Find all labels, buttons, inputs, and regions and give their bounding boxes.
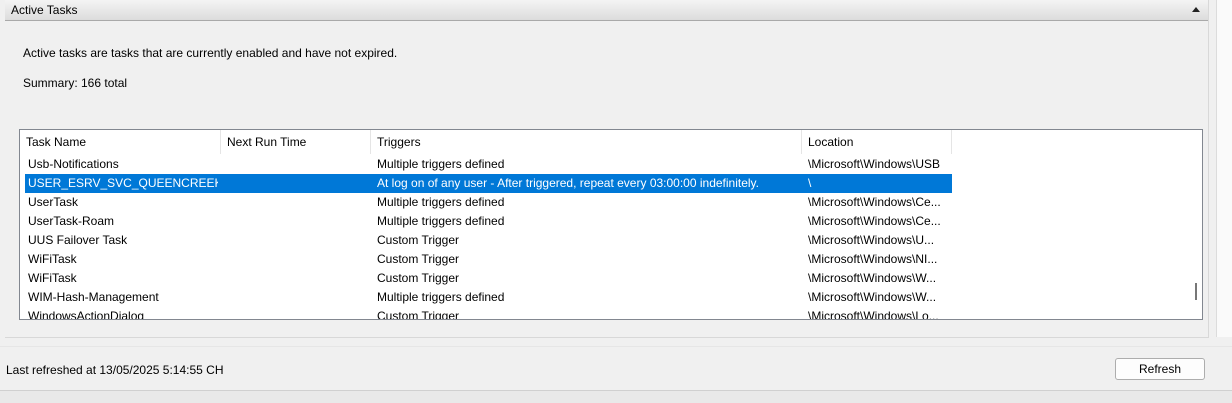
location-cell: \Microsoft\Windows\NI... xyxy=(808,252,938,266)
location-cell: \ xyxy=(808,176,812,190)
location-cell: \Microsoft\Windows\Ce... xyxy=(808,214,941,228)
triggers-cell: Custom Trigger xyxy=(377,233,460,247)
table-row[interactable]: WIM-Hash-Management Multiple triggers def… xyxy=(20,288,1190,307)
task-name-cell: UserTask xyxy=(28,195,79,209)
bottom-strip xyxy=(0,390,1232,403)
section-header[interactable]: Active Tasks xyxy=(5,0,1208,21)
location-cell: \Microsoft\Windows\Ce... xyxy=(808,195,941,209)
last-refreshed-text: Last refreshed at 13/05/2025 5:14:55 CH xyxy=(6,363,224,377)
task-name-cell: Usb-Notifications xyxy=(28,157,119,171)
task-name-cell: WiFiTask xyxy=(28,252,77,266)
task-name-cell: WindowsActionDialog xyxy=(28,309,145,320)
chevron-up-icon[interactable] xyxy=(1192,7,1200,12)
triggers-cell: Multiple triggers defined xyxy=(377,290,505,304)
active-tasks-list[interactable]: Task Name Next Run Time Triggers Locatio… xyxy=(19,129,1203,320)
task-name-cell: UserTask-Roam xyxy=(28,214,115,228)
triggers-cell: Custom Trigger xyxy=(377,252,460,266)
table-row[interactable]: Usb-Notifications Multiple triggers defin… xyxy=(20,155,1190,174)
task-name-cell: USER_ESRV_SVC_QUEENCREEK xyxy=(28,176,218,190)
table-row[interactable]: UserTask Multiple triggers defined \Micros… xyxy=(20,193,1190,212)
triggers-cell: Multiple triggers defined xyxy=(377,214,505,228)
triggers-cell: Multiple triggers defined xyxy=(377,195,505,209)
table-row[interactable]: UUS Failover Task Custom Trigger \Microsof… xyxy=(20,231,1190,250)
location-cell: \Microsoft\Windows\Lo... xyxy=(808,309,939,320)
location-cell: \Microsoft\Windows\W... xyxy=(808,290,937,304)
triggers-cell: At log on of any user - After triggered,… xyxy=(377,176,760,190)
column-header-task-name[interactable]: Task Name xyxy=(20,130,221,154)
column-header-triggers[interactable]: Triggers xyxy=(371,130,802,154)
footer-divider xyxy=(0,346,1232,347)
table-row[interactable]: WiFiTask Custom Trigger \Microsoft\Windows… xyxy=(20,269,1190,288)
triggers-cell: Custom Trigger xyxy=(377,309,460,320)
table-row[interactable]: UserTask-Roam Multiple triggers defined \M… xyxy=(20,212,1190,231)
table-row[interactable]: USER_ESRV_SVC_QUEENCREEK At log on of any… xyxy=(20,174,1190,193)
location-cell: \Microsoft\Windows\USB xyxy=(808,157,941,171)
summary-text: Summary: 166 total xyxy=(23,76,128,90)
vertical-scrollbar[interactable] xyxy=(1190,130,1202,319)
column-header-next-run-time[interactable]: Next Run Time xyxy=(221,130,371,154)
scrollbar-thumb[interactable] xyxy=(1195,283,1197,300)
triggers-cell: Custom Trigger xyxy=(377,271,460,285)
task-rows: Usb-Notifications Multiple triggers defin… xyxy=(20,155,1190,320)
table-row[interactable]: WindowsActionDialog Custom Trigger \Micros… xyxy=(20,307,1190,320)
task-name-cell: WiFiTask xyxy=(28,271,77,285)
right-panel-edge xyxy=(1216,0,1232,337)
task-name-cell: UUS Failover Task xyxy=(28,233,128,247)
column-header-location[interactable]: Location xyxy=(802,130,952,154)
active-tasks-section: Active Tasks Active tasks are tasks that… xyxy=(5,0,1209,338)
task-name-cell: WIM-Hash-Management xyxy=(28,290,159,304)
section-description: Active tasks are tasks that are currentl… xyxy=(23,46,398,60)
triggers-cell: Multiple triggers defined xyxy=(377,157,505,171)
section-title: Active Tasks xyxy=(11,3,78,17)
location-cell: \Microsoft\Windows\U... xyxy=(808,233,935,247)
location-cell: \Microsoft\Windows\W... xyxy=(808,271,937,285)
table-row[interactable]: WiFiTask Custom Trigger \Microsoft\Windows… xyxy=(20,250,1190,269)
refresh-button[interactable]: Refresh xyxy=(1115,358,1205,380)
